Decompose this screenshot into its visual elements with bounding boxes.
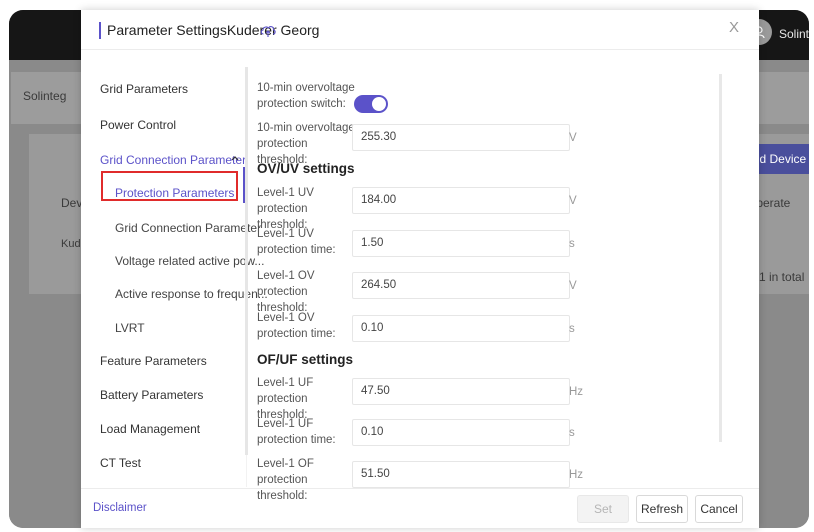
refresh-button[interactable]: Refresh [636, 495, 688, 523]
cancel-button[interactable]: Cancel [695, 495, 743, 523]
ov-time-unit: s [569, 323, 575, 335]
sidebar-item-power-control[interactable]: Power Control [100, 118, 176, 132]
uv-time-unit: s [569, 238, 575, 250]
uf-time-input[interactable]: 0.10 [352, 419, 570, 446]
ov-time-label: Level-1 OV protection time: [257, 312, 336, 340]
ov-time-input[interactable]: 0.10 [352, 315, 570, 342]
close-icon[interactable]: X [729, 19, 739, 36]
uf-threshold-input[interactable]: 47.50 [352, 378, 570, 405]
filter-value[interactable]: Solinteg [23, 89, 66, 103]
sidebar-item-load-management[interactable]: Load Management [100, 422, 200, 436]
sidebar-item-battery-parameters[interactable]: Battery Parameters [100, 388, 203, 402]
uv-time-input[interactable]: 1.50 [352, 230, 570, 257]
sidebar-scrollbar[interactable] [245, 67, 248, 455]
dialog-header: Parameter SettingsKuderer Georg X [81, 10, 759, 50]
sidebar-item-voltage-related[interactable]: Voltage related active pow... [115, 254, 264, 268]
ov-threshold-unit: V [569, 280, 577, 292]
uf-time-label: Level-1 UF protection time: [257, 418, 336, 446]
dialog-footer: Disclaimer Set Refresh Cancel [81, 488, 759, 528]
overvoltage-threshold-input[interactable]: 255.30 [352, 124, 570, 151]
sidebar-item-grid-connection-parameter-sub[interactable]: Grid Connection Parameter [115, 221, 261, 235]
sidebar-item-ct-test[interactable]: CT Test [100, 456, 141, 470]
selected-item-highlight [101, 171, 238, 201]
ov-threshold-label: Level-1 OV protection threshold: [257, 270, 315, 314]
overvoltage-threshold-unit: V [569, 132, 577, 144]
of-threshold-input[interactable]: 51.50 [352, 461, 570, 488]
of-uf-section-title: OF/UF settings [257, 352, 354, 367]
sidebar-active-indicator [243, 167, 245, 203]
protection-parameters-form: 10-min overvoltage protection switch: 10… [257, 70, 737, 502]
sidebar-item-grid-parameters[interactable]: Grid Parameters [100, 82, 188, 96]
sidebar-item-lvrt[interactable]: LVRT [115, 321, 145, 335]
user-name[interactable]: Solinteg [779, 27, 809, 41]
parameter-settings-dialog: Parameter SettingsKuderer Georg X Grid P… [81, 10, 759, 528]
disclaimer-link[interactable]: Disclaimer [93, 502, 147, 514]
total-count: 1 in total [759, 270, 805, 284]
uf-time-unit: s [569, 427, 575, 439]
set-button[interactable]: Set [577, 495, 629, 523]
uv-time-label: Level-1 UV protection time: [257, 228, 336, 256]
ov-threshold-input[interactable]: 264.50 [352, 272, 570, 299]
chevron-up-icon[interactable] [230, 153, 240, 163]
of-threshold-unit: Hz [569, 469, 584, 481]
form-scrollbar[interactable] [719, 74, 722, 442]
uv-threshold-input[interactable]: 184.00 [352, 187, 570, 214]
uf-threshold-unit: Hz [569, 386, 584, 398]
cloud-icon[interactable] [259, 21, 277, 39]
overvoltage-protection-toggle[interactable] [354, 95, 388, 113]
uv-threshold-unit: V [569, 195, 577, 207]
dialog-title: Parameter SettingsKuderer Georg [99, 22, 319, 39]
sidebar-item-grid-connection-parameter[interactable]: Grid Connection Parameter [100, 153, 246, 167]
overvoltage-switch-label: 10-min overvoltage protection switch: [257, 82, 355, 110]
ov-uv-section-title: OV/UV settings [257, 161, 355, 176]
sidebar-item-feature-parameters[interactable]: Feature Parameters [100, 354, 207, 368]
settings-sidebar: Grid Parameters Power Control Grid Conne… [81, 56, 268, 488]
